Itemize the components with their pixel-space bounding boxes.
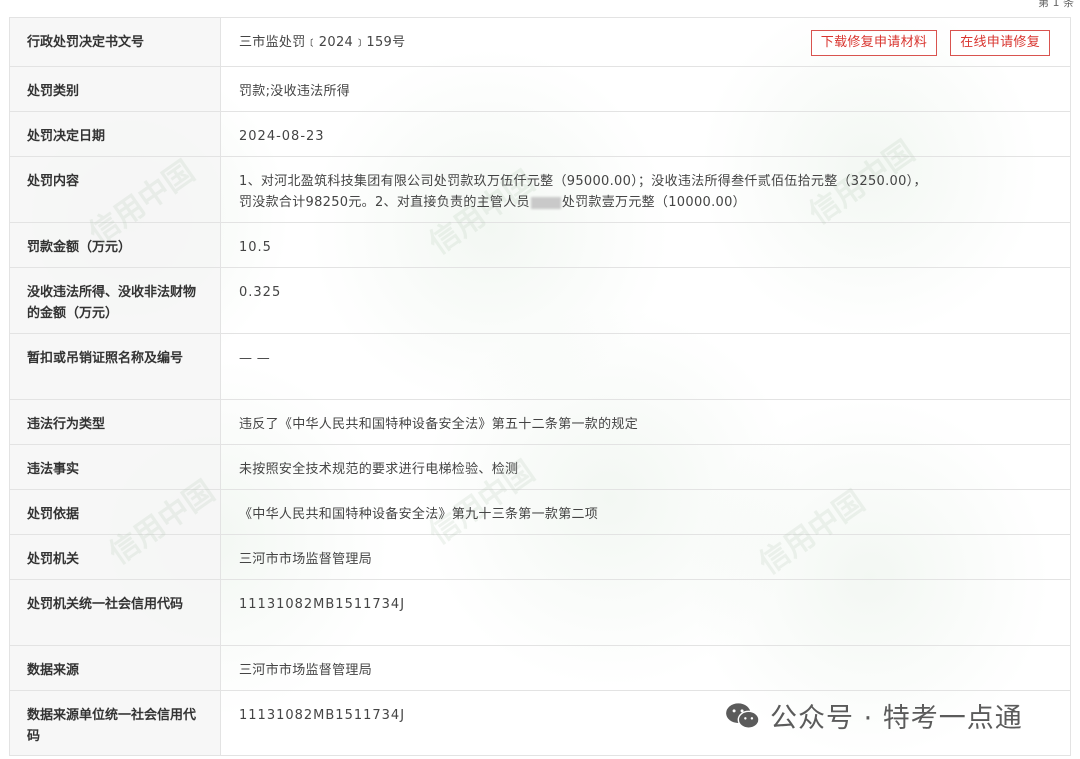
- row-value: 罚款;没收违法所得: [239, 84, 351, 99]
- row-value: — —: [239, 351, 271, 366]
- row-label: 处罚决定日期: [10, 112, 221, 156]
- row-label: 罚款金额（万元）: [10, 223, 221, 267]
- table-row: 处罚内容 1、对河北盈筑科技集团有限公司处罚款玖万伍仟元整（95000.00）；…: [10, 157, 1070, 223]
- row-value: 三河市市场监督管理局: [239, 663, 373, 678]
- row-label: 处罚内容: [10, 157, 221, 222]
- table-row: 处罚机关 三河市市场监督管理局: [10, 535, 1070, 580]
- row-value: 三市监处罚﹝2024﹞159号 下载修复申请材料 在线申请修复: [221, 18, 1070, 66]
- row-label: 处罚依据: [10, 490, 221, 534]
- table-row: 没收违法所得、没收非法财物的金额（万元） 0.325: [10, 268, 1070, 334]
- table-row: 处罚类别 罚款;没收违法所得: [10, 67, 1070, 112]
- wechat-icon: [726, 702, 760, 729]
- page-counter: 第 1 条: [1038, 0, 1074, 9]
- row-label: 处罚类别: [10, 67, 221, 111]
- wechat-account-name: 公众号 · 特考一点通: [770, 703, 1023, 734]
- row-value: 违反了《中华人民共和国特种设备安全法》第五十二条第一款的规定: [239, 417, 639, 432]
- action-buttons: 下载修复申请材料 在线申请修复: [810, 30, 1050, 56]
- row-label: 数据来源: [10, 646, 221, 690]
- penalty-content-line: 罚没款合计98250元。2、对直接负责的主管人员 处罚款壹万元整（10000.00…: [239, 192, 1052, 213]
- row-value: 10.5: [239, 240, 272, 255]
- online-repair-apply-button[interactable]: 在线申请修复: [950, 30, 1050, 56]
- row-label: 违法事实: [10, 445, 221, 489]
- decision-number: 三市监处罚﹝2024﹞159号: [239, 35, 406, 50]
- table-row: 数据来源 三河市市场监督管理局: [10, 646, 1070, 691]
- row-label: 暂扣或吊销证照名称及编号: [10, 334, 221, 399]
- table-row: 行政处罚决定书文号 三市监处罚﹝2024﹞159号 下载修复申请材料 在线申请修…: [10, 18, 1070, 67]
- row-label: 行政处罚决定书文号: [10, 18, 221, 66]
- penalty-content-text: 罚没款合计98250元。2、对直接负责的主管人员: [239, 195, 530, 210]
- row-label: 处罚机关统一社会信用代码: [10, 580, 221, 645]
- penalty-content-line: 1、对河北盈筑科技集团有限公司处罚款玖万伍仟元整（95000.00）；没收违法所…: [239, 174, 927, 189]
- row-value: 三河市市场监督管理局: [239, 552, 373, 567]
- table-row: 处罚决定日期 2024-08-23: [10, 112, 1070, 157]
- wechat-account-watermark: 公众号 · 特考一点通: [724, 696, 1023, 735]
- row-label: 数据来源单位统一社会信用代码: [10, 691, 221, 755]
- row-label: 违法行为类型: [10, 400, 221, 444]
- row-value: 1、对河北盈筑科技集团有限公司处罚款玖万伍仟元整（95000.00）；没收违法所…: [221, 157, 1070, 222]
- row-value: 《中华人民共和国特种设备安全法》第九十三条第一款第二项: [239, 507, 599, 522]
- row-value: 未按照安全技术规范的要求进行电梯检验、检测: [239, 462, 519, 477]
- table-row: 处罚机关统一社会信用代码 11131082MB1511734J: [10, 580, 1070, 646]
- row-value: 11131082MB1511734J: [239, 597, 406, 612]
- row-value: 2024-08-23: [239, 129, 325, 144]
- row-label: 没收违法所得、没收非法财物的金额（万元）: [10, 268, 221, 333]
- table-row: 暂扣或吊销证照名称及编号 — —: [10, 334, 1070, 400]
- penalty-content-text: 处罚款壹万元整（10000.00）: [561, 195, 746, 210]
- table-row: 罚款金额（万元） 10.5: [10, 223, 1070, 268]
- penalty-detail-table: 信用中国 信用中国 信用中国 信用中国 信用中国 信用中国 行政处罚决定书文号 …: [9, 17, 1071, 756]
- download-repair-materials-button[interactable]: 下载修复申请材料: [810, 30, 938, 56]
- redacted-name: [530, 196, 561, 209]
- table-row: 违法事实 未按照安全技术规范的要求进行电梯检验、检测: [10, 445, 1070, 490]
- row-label: 处罚机关: [10, 535, 221, 579]
- table-row: 违法行为类型 违反了《中华人民共和国特种设备安全法》第五十二条第一款的规定: [10, 400, 1070, 445]
- table-row: 处罚依据 《中华人民共和国特种设备安全法》第九十三条第一款第二项: [10, 490, 1070, 535]
- row-value: 0.325: [239, 285, 282, 300]
